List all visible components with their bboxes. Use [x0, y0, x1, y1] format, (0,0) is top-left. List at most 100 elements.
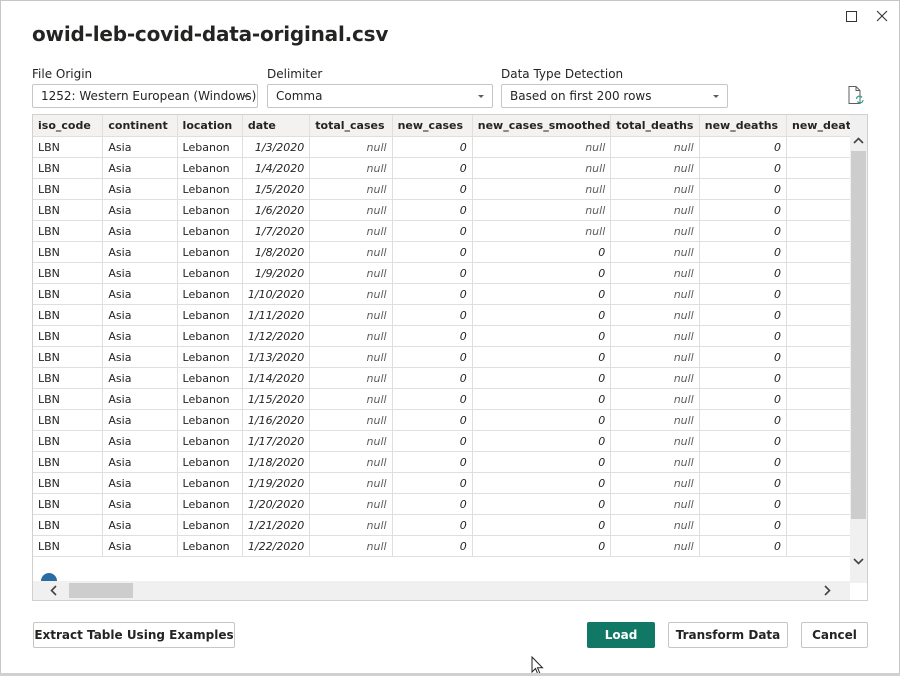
table-cell: 1/18/2020	[242, 451, 311, 473]
column-header-total-cases[interactable]: total_cases	[309, 115, 393, 137]
scroll-up-button[interactable]	[850, 132, 867, 149]
data-type-detection-value: Based on first 200 rows	[510, 89, 652, 103]
table-cell: Lebanon	[177, 241, 243, 263]
table-cell: Asia	[102, 493, 178, 515]
table-cell: Asia	[102, 535, 178, 557]
table-cell: 0	[699, 220, 788, 242]
file-origin-select[interactable]: 1252: Western European (Windows)	[32, 84, 258, 108]
scroll-left-button[interactable]	[45, 581, 62, 600]
table-row: LBN Asia Lebanon 1/11/2020 null 0 0 null 0	[33, 304, 867, 326]
scroll-right-button[interactable]	[819, 581, 836, 600]
table-cell: 0	[472, 325, 612, 347]
table-row: LBN Asia Lebanon 1/14/2020 null 0 0 null 0	[33, 367, 867, 389]
column-header-continent[interactable]: continent	[102, 115, 178, 137]
column-header-new-cases[interactable]: new_cases	[392, 115, 473, 137]
table-cell: 1/12/2020	[242, 325, 311, 347]
column-header-total-deaths[interactable]: total_deaths	[610, 115, 700, 137]
delimiter-select[interactable]: Comma	[267, 84, 493, 108]
table-cell: 0	[699, 178, 788, 200]
table-cell: 0	[392, 346, 473, 368]
refresh-preview-button[interactable]	[847, 85, 865, 105]
data-type-detection-label: Data Type Detection	[501, 67, 624, 81]
scroll-down-button[interactable]	[850, 553, 867, 570]
file-origin-value: 1252: Western European (Windows)	[41, 89, 257, 103]
column-header-new-cases-smoothed[interactable]: new_cases_smoothed	[472, 115, 612, 137]
table-cell: 0	[699, 535, 788, 557]
table-cell: 0	[699, 388, 788, 410]
table-cell: 0	[392, 535, 473, 557]
table-cell: 1/7/2020	[242, 220, 311, 242]
vertical-scroll-thumb[interactable]	[851, 151, 866, 519]
table-cell: 1/21/2020	[242, 514, 311, 536]
vertical-scrollbar[interactable]	[850, 115, 867, 583]
table-cell: 0	[472, 388, 612, 410]
table-cell: null	[309, 388, 393, 410]
column-header-new-deaths[interactable]: new_deaths	[699, 115, 788, 137]
table-cell: null	[610, 262, 700, 284]
table-cell: null	[309, 262, 393, 284]
close-button[interactable]	[870, 5, 894, 27]
extract-table-button[interactable]: Extract Table Using Examples	[33, 622, 235, 648]
table-cell: null	[309, 220, 393, 242]
table-cell: null	[610, 136, 700, 158]
table-row: LBN Asia Lebanon 1/22/2020 null 0 0 null 0	[33, 535, 867, 557]
table-cell: LBN	[33, 367, 104, 389]
table-cell: Asia	[102, 136, 178, 158]
table-cell: 0	[472, 514, 612, 536]
table-cell: LBN	[33, 325, 104, 347]
table-cell: Lebanon	[177, 178, 243, 200]
table-cell: LBN	[33, 220, 104, 242]
table-cell: 0	[392, 472, 473, 494]
table-cell: 1/3/2020	[242, 136, 311, 158]
table-cell: Asia	[102, 178, 178, 200]
table-cell: Lebanon	[177, 199, 243, 221]
table-cell: 1/4/2020	[242, 157, 311, 179]
table-cell: 0	[392, 304, 473, 326]
table-cell: null	[610, 325, 700, 347]
table-cell: 0	[472, 346, 612, 368]
cancel-button[interactable]: Cancel	[801, 622, 868, 648]
table-cell: 0	[392, 199, 473, 221]
table-cell: Lebanon	[177, 262, 243, 284]
table-cell: null	[309, 199, 393, 221]
table-cell: 1/9/2020	[242, 262, 311, 284]
horizontal-scroll-thumb[interactable]	[69, 583, 133, 598]
table-cell: Lebanon	[177, 367, 243, 389]
table-cell: null	[610, 535, 700, 557]
table-row: LBN Asia Lebanon 1/18/2020 null 0 0 null 0	[33, 451, 867, 473]
table-cell: 0	[392, 262, 473, 284]
table-row: LBN Asia Lebanon 1/15/2020 null 0 0 null 0	[33, 388, 867, 410]
table-cell: null	[610, 220, 700, 242]
column-header-date[interactable]: date	[242, 115, 311, 137]
table-cell: 1/10/2020	[242, 283, 311, 305]
table-cell: null	[309, 367, 393, 389]
load-button[interactable]: Load	[587, 622, 655, 648]
table-cell: Asia	[102, 346, 178, 368]
table-cell: 0	[472, 304, 612, 326]
table-cell: null	[309, 325, 393, 347]
table-cell: Asia	[102, 472, 178, 494]
table-cell: Lebanon	[177, 157, 243, 179]
table-cell: null	[309, 430, 393, 452]
column-header-location[interactable]: location	[177, 115, 243, 137]
transform-data-button[interactable]: Transform Data	[668, 622, 788, 648]
table-cell: Asia	[102, 409, 178, 431]
table-cell: Lebanon	[177, 325, 243, 347]
table-cell: LBN	[33, 199, 104, 221]
table-row: LBN Asia Lebanon 1/4/2020 null 0 null null 0	[33, 157, 867, 179]
table-cell: LBN	[33, 388, 104, 410]
maximize-button[interactable]	[839, 5, 863, 27]
table-cell: null	[610, 157, 700, 179]
table-row: LBN Asia Lebanon 1/10/2020 null 0 0 null 0	[33, 283, 867, 305]
refresh-document-icon	[848, 86, 864, 104]
column-header-iso-code[interactable]: iso_code	[33, 115, 104, 137]
data-type-detection-select[interactable]: Based on first 200 rows	[501, 84, 728, 108]
delimiter-value: Comma	[276, 89, 323, 103]
table-cell: null	[472, 136, 612, 158]
table-cell: null	[610, 409, 700, 431]
table-cell: LBN	[33, 451, 104, 473]
horizontal-scrollbar[interactable]	[33, 581, 850, 600]
table-cell: 0	[699, 367, 788, 389]
chevron-right-icon	[824, 585, 831, 596]
table-cell: null	[309, 472, 393, 494]
